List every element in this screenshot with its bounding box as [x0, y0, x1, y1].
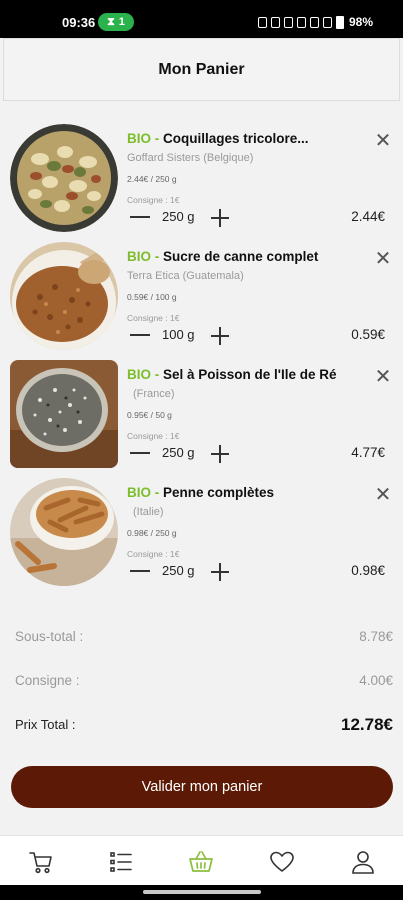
- item-origin: (Italie): [133, 506, 164, 518]
- heart-icon[interactable]: [269, 849, 295, 875]
- item-origin: Goffard Sisters (Belgique): [127, 152, 254, 164]
- notification-icon: [257, 16, 267, 28]
- increase-quantity-button[interactable]: [210, 444, 230, 464]
- item-unit-price: 0.98€ / 250 g: [127, 528, 177, 538]
- system-home-bar[interactable]: [0, 885, 403, 900]
- consigne-value: 4.00€: [359, 673, 393, 688]
- cart-item: BIO - Penne complètes (Italie) 0.98€ / 2…: [0, 476, 403, 593]
- list-icon[interactable]: [108, 849, 134, 875]
- user-icon[interactable]: [350, 849, 376, 875]
- total-label: Prix Total :: [15, 717, 76, 732]
- remove-item-button[interactable]: ✕: [372, 366, 394, 388]
- cart-item: BIO - Sucre de canne complet Terra Etica…: [0, 240, 403, 357]
- subtotal-label: Sous-total :: [15, 629, 84, 644]
- cart-item: BIO - Sel à Poisson de l'Ile de Ré (Fran…: [0, 358, 403, 475]
- bluetooth-icon: [296, 16, 306, 28]
- product-image-coquillages[interactable]: [10, 124, 118, 232]
- decrease-quantity-button[interactable]: [130, 570, 150, 572]
- hourglass-icon: ⧗: [107, 15, 115, 28]
- status-pill: ⧗ 1: [98, 13, 134, 31]
- decrease-quantity-button[interactable]: [130, 334, 150, 336]
- item-consigne: Consigne : 1€: [127, 195, 180, 205]
- basket-icon[interactable]: [188, 849, 214, 875]
- item-name: BIO - Sucre de canne complet: [127, 249, 319, 264]
- consigne-label: Consigne :: [15, 673, 80, 688]
- cart-icon[interactable]: [28, 849, 54, 875]
- status-time: 09:36: [62, 15, 96, 30]
- decrease-quantity-button[interactable]: [130, 452, 150, 454]
- remove-item-button[interactable]: ✕: [372, 484, 394, 506]
- signal-icon: [322, 16, 332, 28]
- item-price: 0.59€: [351, 327, 385, 342]
- wifi-icon: [309, 16, 319, 28]
- status-icons: 98%: [257, 15, 373, 29]
- remove-item-button[interactable]: ✕: [372, 130, 394, 152]
- item-name: BIO - Coquillages tricolore...: [127, 131, 309, 146]
- item-quantity: 250 g: [162, 445, 195, 460]
- battery-icon: [335, 15, 344, 29]
- item-unit-price: 2.44€ / 250 g: [127, 174, 177, 184]
- validate-cart-button[interactable]: Valider mon panier: [11, 766, 393, 808]
- item-price: 4.77€: [351, 445, 385, 460]
- item-price: 0.98€: [351, 563, 385, 578]
- increase-quantity-button[interactable]: [210, 326, 230, 346]
- product-image-sucre[interactable]: [10, 242, 118, 350]
- item-name: BIO - Penne complètes: [127, 485, 275, 500]
- status-pill-count: 1: [118, 16, 125, 28]
- product-image-penne[interactable]: [10, 478, 118, 586]
- decrease-quantity-button[interactable]: [130, 216, 150, 218]
- item-quantity: 250 g: [162, 563, 195, 578]
- cart-item: BIO - Coquillages tricolore... Goffard S…: [0, 122, 403, 239]
- item-name: BIO - Sel à Poisson de l'Ile de Ré: [127, 367, 337, 382]
- item-unit-price: 0.59€ / 100 g: [127, 292, 177, 302]
- increase-quantity-button[interactable]: [210, 208, 230, 228]
- item-origin: (France): [133, 388, 175, 400]
- item-consigne: Consigne : 1€: [127, 313, 180, 323]
- item-consigne: Consigne : 1€: [127, 431, 180, 441]
- status-bar: 09:36 ⧗ 1 98%: [0, 0, 403, 38]
- bottom-nav: [0, 835, 403, 885]
- alarm-icon: [270, 16, 280, 28]
- subtotal-value: 8.78€: [359, 629, 393, 644]
- total-value: 12.78€: [341, 715, 393, 734]
- vibrate-icon: [283, 16, 293, 28]
- item-price: 2.44€: [351, 209, 385, 224]
- item-origin: Terra Etica (Guatemala): [127, 270, 244, 282]
- item-consigne: Consigne : 1€: [127, 549, 180, 559]
- item-unit-price: 0.95€ / 50 g: [127, 410, 172, 420]
- item-quantity: 100 g: [162, 327, 195, 342]
- page-header: Mon Panier: [3, 38, 400, 101]
- battery-level: 98%: [348, 15, 373, 29]
- increase-quantity-button[interactable]: [210, 562, 230, 582]
- remove-item-button[interactable]: ✕: [372, 248, 394, 270]
- product-image-sel[interactable]: [10, 360, 118, 468]
- page-title: Mon Panier: [158, 60, 245, 78]
- item-quantity: 250 g: [162, 209, 195, 224]
